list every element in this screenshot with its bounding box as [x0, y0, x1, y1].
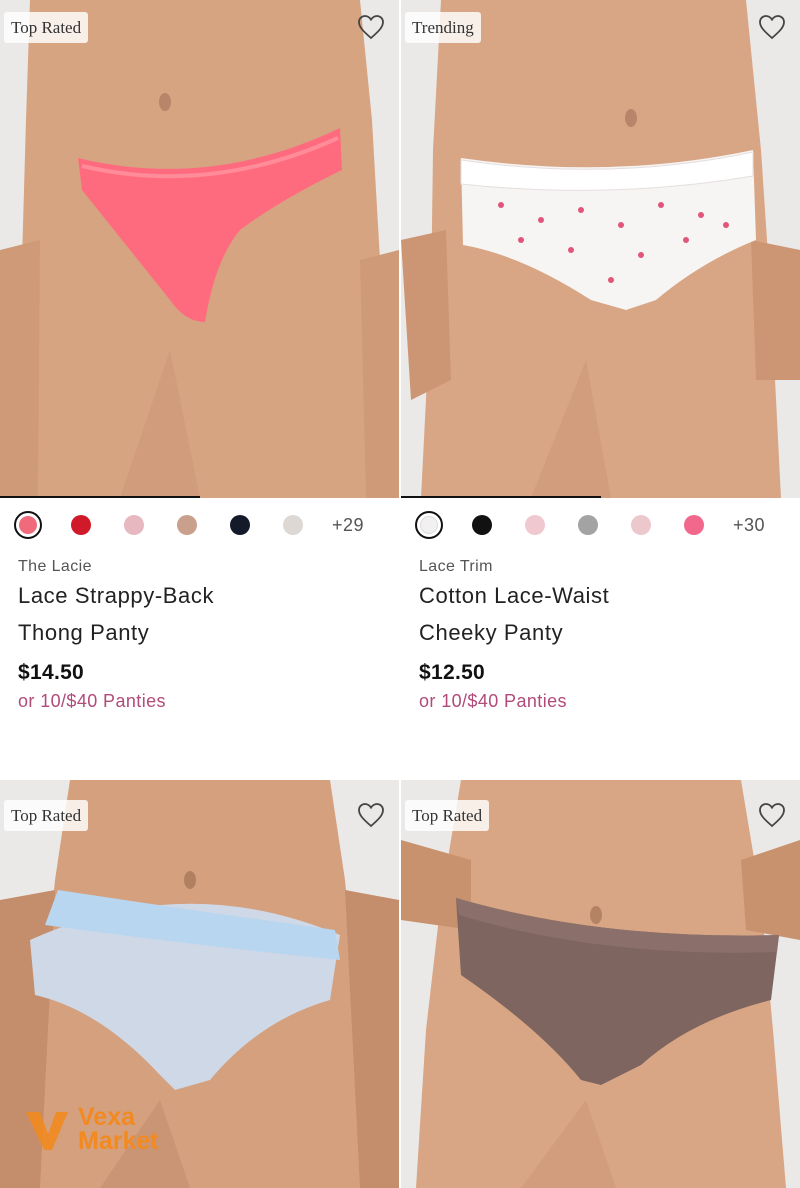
- color-swatch[interactable]: [14, 511, 42, 539]
- heart-outline-icon[interactable]: [758, 14, 786, 40]
- watermark-line2: Market: [78, 1127, 159, 1155]
- product-badge: Top Rated: [405, 800, 490, 831]
- color-swatch[interactable]: [173, 511, 201, 539]
- product-card[interactable]: Trending +30 Lace Trim Cotton Lace-Waist…: [401, 0, 800, 712]
- product-name-line2[interactable]: Thong Panty: [18, 615, 381, 650]
- product-card[interactable]: Top Rated: [401, 780, 800, 1188]
- color-swatch[interactable]: [120, 511, 148, 539]
- color-swatch[interactable]: [279, 511, 307, 539]
- product-image[interactable]: Trending: [401, 0, 800, 498]
- color-swatch[interactable]: [574, 511, 602, 539]
- color-swatch[interactable]: [226, 511, 254, 539]
- product-price: $12.50: [419, 661, 486, 684]
- product-image[interactable]: Top Rated: [0, 0, 399, 498]
- color-swatches: +30: [401, 498, 800, 552]
- product-image[interactable]: Top Rated: [401, 780, 800, 1188]
- product-name-line1[interactable]: Cotton Lace-Waist: [419, 578, 782, 613]
- model-photo: [401, 0, 800, 498]
- image-carousel-progress: [0, 496, 200, 498]
- more-colors-count[interactable]: +30: [733, 515, 765, 536]
- product-badge: Top Rated: [4, 12, 89, 43]
- product-price: $14.50: [18, 661, 85, 684]
- color-swatch[interactable]: [627, 511, 655, 539]
- watermark: Vexa Market: [22, 1104, 159, 1154]
- product-badge: Top Rated: [4, 800, 89, 831]
- product-name-line1[interactable]: Lace Strappy-Back: [18, 578, 381, 613]
- more-colors-count[interactable]: +29: [332, 515, 364, 536]
- vexa-logo-icon: [26, 1112, 68, 1150]
- color-swatch[interactable]: [680, 511, 708, 539]
- product-card[interactable]: Top Rated +29 The Lacie Lace Strappy-Bac…: [0, 0, 399, 712]
- model-photo: [401, 780, 800, 1188]
- product-promo: or 10/$40 Panties: [18, 691, 166, 711]
- product-badge: Trending: [405, 12, 481, 43]
- color-swatch[interactable]: [415, 511, 443, 539]
- color-swatch[interactable]: [67, 511, 95, 539]
- color-swatches: +29: [0, 498, 399, 552]
- product-promo: or 10/$40 Panties: [419, 691, 567, 711]
- heart-outline-icon[interactable]: [357, 14, 385, 40]
- color-swatch[interactable]: [468, 511, 496, 539]
- product-collection: The Lacie: [18, 558, 92, 575]
- color-swatch[interactable]: [521, 511, 549, 539]
- heart-outline-icon[interactable]: [758, 802, 786, 828]
- image-carousel-progress: [401, 496, 601, 498]
- product-name-line2[interactable]: Cheeky Panty: [419, 615, 782, 650]
- watermark-line1: Vexa: [78, 1103, 136, 1131]
- model-photo: [0, 0, 399, 498]
- product-collection: Lace Trim: [419, 558, 493, 575]
- heart-outline-icon[interactable]: [357, 802, 385, 828]
